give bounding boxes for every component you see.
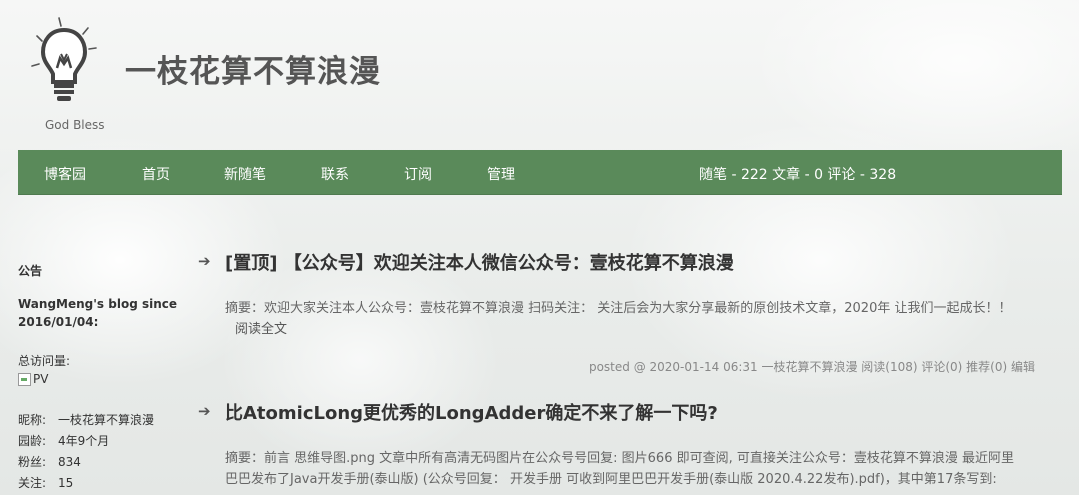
nav-new-post[interactable]: 新随笔 <box>224 164 266 184</box>
blog-since-text: WangMeng's blog since 2016/01/04: <box>18 297 178 329</box>
visits-label: 总访问量: <box>18 354 71 368</box>
profile-following: 关注: 15 <box>18 474 73 491</box>
post-summary-text: 摘要：前言 思维导图.png 文章中所有高清无码图片在公众号号回复: 图片666… <box>225 451 1014 487</box>
profile-nickname: 昵称: 一枝花算不算浪漫 <box>18 411 154 428</box>
blog-subtitle: God Bless <box>45 118 105 132</box>
profile-value[interactable]: 4年9个月 <box>58 434 109 448</box>
post-title[interactable]: 比AtomicLong更优秀的LongAdder确定不来了解一下吗? <box>225 399 718 425</box>
pv-counter-image: PV <box>18 372 48 386</box>
profile-followers: 粉丝: 834 <box>18 453 81 470</box>
pv-alt-text: PV <box>33 372 49 386</box>
read-more-link[interactable]: 阅读全文 <box>235 322 287 337</box>
arrow-right-icon: ➔ <box>198 402 211 420</box>
profile-key: 昵称: <box>18 413 47 427</box>
profile-value[interactable]: 834 <box>58 455 81 469</box>
arrow-right-icon: ➔ <box>198 252 211 270</box>
profile-age: 园龄: 4年9个月 <box>18 432 109 449</box>
blog-title[interactable]: 一枝花算不算浪漫 <box>125 46 381 91</box>
main-nav-bar: 博客园 首页 新随笔 联系 订阅 管理 随笔 - 222 文章 - 0 评论 -… <box>18 150 1062 195</box>
notice-title: 公告 <box>18 264 43 278</box>
post-summary: 摘要：前言 思维导图.png 文章中所有高清无码图片在公众号号回复: 图片666… <box>225 448 1015 490</box>
lightbulb-icon[interactable] <box>26 14 106 110</box>
nav-manage[interactable]: 管理 <box>487 164 515 184</box>
nav-subscribe[interactable]: 订阅 <box>404 164 432 184</box>
profile-key: 关注: <box>18 476 47 490</box>
profile-value[interactable]: 一枝花算不算浪漫 <box>58 413 154 427</box>
broken-image-icon <box>18 372 31 386</box>
post-summary: 摘要：欢迎大家关注本人公众号：壹枝花算不算浪漫 扫码关注： 关注后会为大家分享最… <box>225 298 1015 340</box>
nav-home[interactable]: 首页 <box>142 164 170 184</box>
blog-stats: 随笔 - 222 文章 - 0 评论 - 328 <box>699 167 897 183</box>
profile-key: 粉丝: <box>18 455 47 469</box>
post-summary-text: 摘要：欢迎大家关注本人公众号：壹枝花算不算浪漫 扫码关注： 关注后会为大家分享最… <box>225 301 1012 316</box>
profile-value[interactable]: 15 <box>58 476 73 490</box>
nav-cnblogs[interactable]: 博客园 <box>44 164 86 184</box>
post-meta[interactable]: posted @ 2020-01-14 06:31 一枝花算不算浪漫 阅读(10… <box>589 358 1035 375</box>
profile-key: 园龄: <box>18 434 47 448</box>
post-title[interactable]: [置顶] 【公众号】欢迎关注本人微信公众号：壹枝花算不算浪漫 <box>225 249 734 275</box>
nav-contact[interactable]: 联系 <box>321 164 349 184</box>
